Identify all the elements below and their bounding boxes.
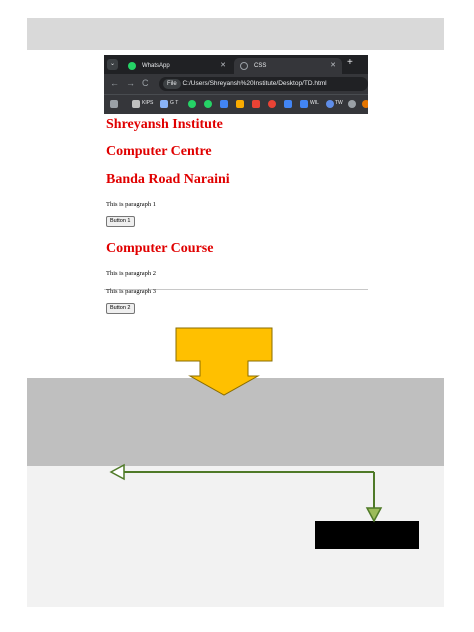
connector-arrow: [122, 471, 375, 512]
diagram-overlay: [109, 327, 383, 523]
down-arrow-callout: [175, 327, 273, 396]
connector-arrowhead-down: [365, 507, 383, 523]
connector-arrowhead-left: [109, 463, 125, 481]
